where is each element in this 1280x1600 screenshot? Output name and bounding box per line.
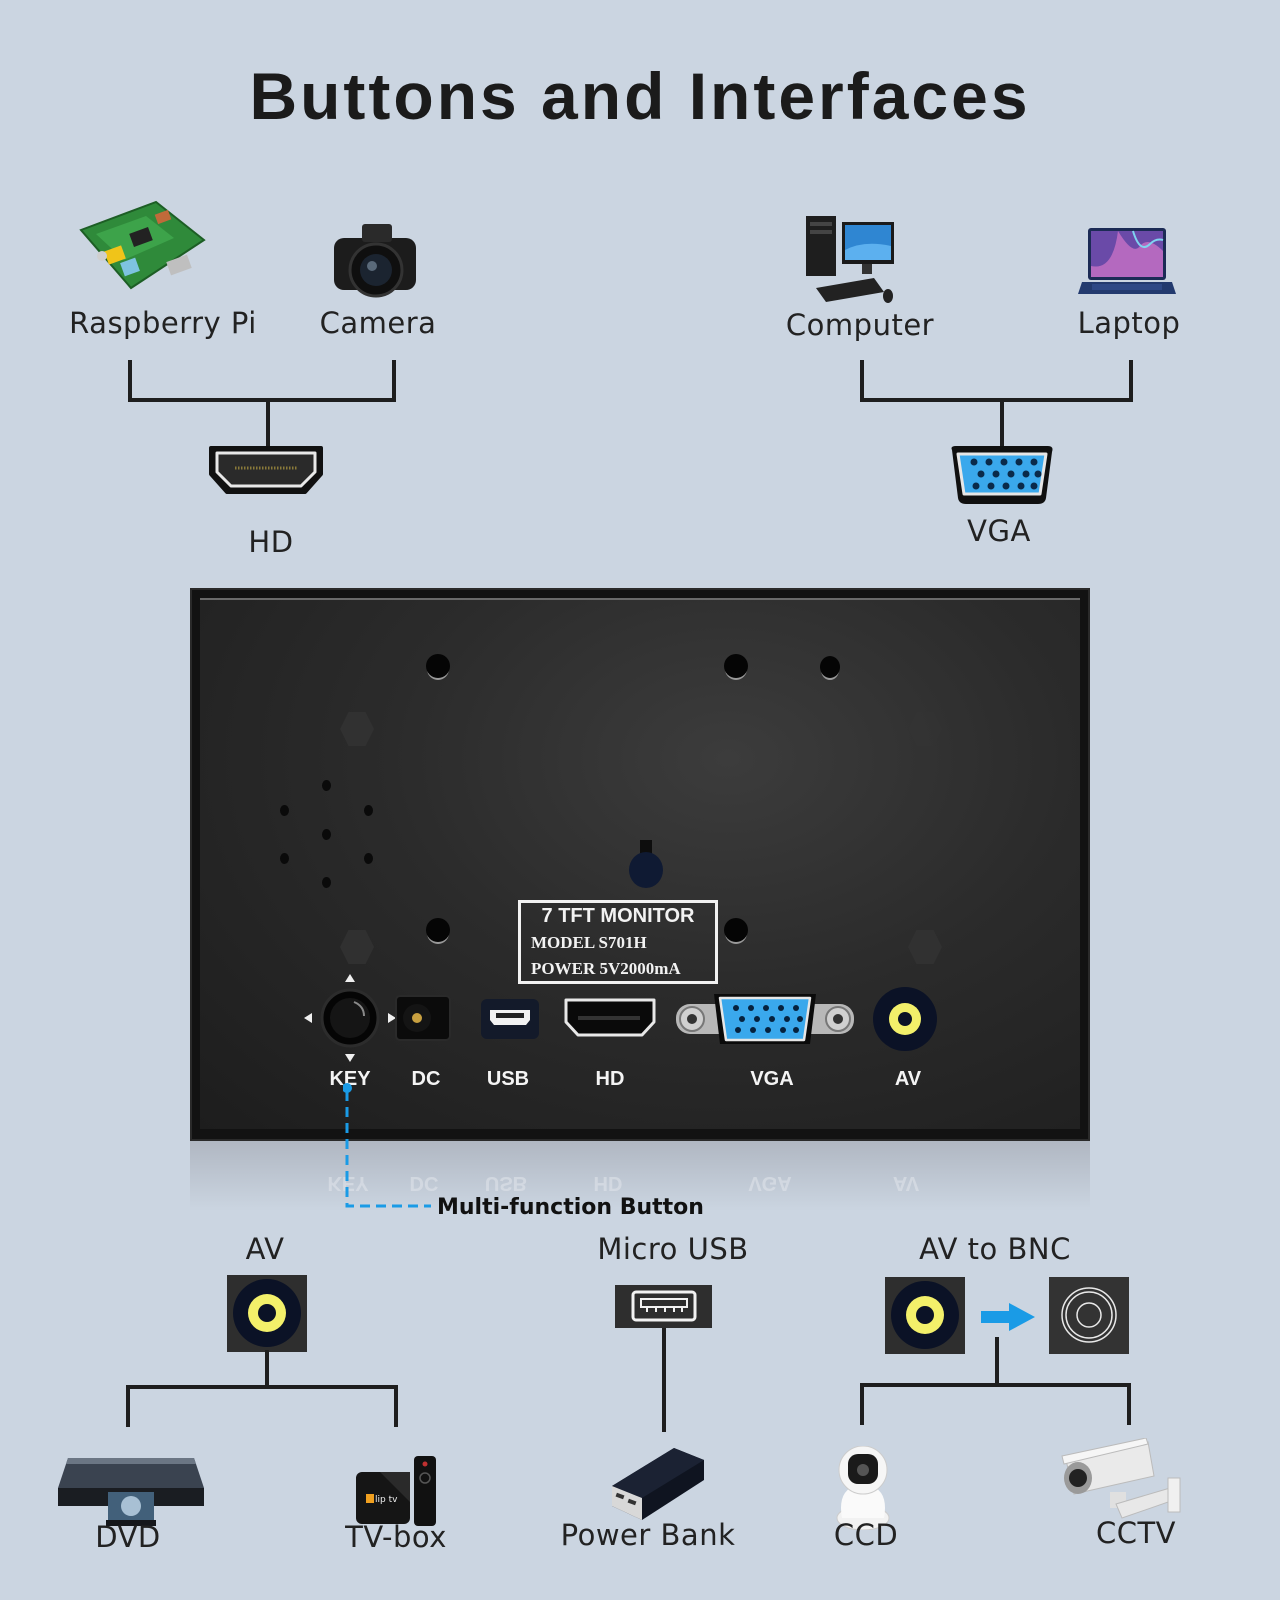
- device-label-power-bank: Power Bank: [560, 1518, 736, 1552]
- desktop-computer-icon: [804, 212, 896, 308]
- wall-mount-keyhole: [628, 840, 664, 888]
- connector-line: [860, 398, 1133, 402]
- hex-screw: [908, 712, 942, 746]
- mounting-hole: [724, 918, 748, 942]
- arrow-right-icon: [981, 1303, 1035, 1335]
- port-label-av: AV: [245, 1232, 285, 1266]
- port-label-hd: HD: [595, 1068, 625, 1090]
- connector-line: [392, 360, 396, 402]
- port-label-av: AV: [894, 1068, 922, 1090]
- model-label-plate: 7 TFT MONITOR MODEL S701H POWER 5V2000mA: [518, 900, 718, 984]
- connector-line: [995, 1337, 999, 1385]
- mounting-hole: [724, 654, 748, 678]
- micro-usb-port-icon[interactable]: [480, 998, 540, 1044]
- connector-line: [265, 1350, 269, 1388]
- monitor-back-panel: 7 TFT MONITOR MODEL S701H POWER 5V2000mA: [190, 588, 1090, 1141]
- hdmi-port-icon: [207, 444, 325, 500]
- hex-screw: [340, 930, 374, 964]
- connector-line: [662, 1328, 666, 1432]
- hex-screw: [340, 712, 374, 746]
- hdmi-port-icon[interactable]: [564, 998, 656, 1042]
- label-plate-model: MODEL S701H: [531, 933, 647, 952]
- tv-box-icon: lip tv: [354, 1454, 438, 1530]
- callout-leader-line: [342, 1083, 433, 1217]
- connector-line: [394, 1385, 398, 1427]
- laptop-icon: [1078, 226, 1176, 304]
- connector-line: [128, 360, 132, 402]
- monitor-rear-surface: 7 TFT MONITOR MODEL S701H POWER 5V2000mA: [200, 598, 1080, 1129]
- port-label-micro-usb: Micro USB: [597, 1232, 749, 1266]
- page-title: Buttons and Interfaces: [249, 59, 1031, 133]
- multi-function-button-callout: Multi-function Button: [437, 1195, 704, 1220]
- connector-line: [860, 1383, 1131, 1387]
- bnc-port-icon: [1049, 1277, 1129, 1354]
- reflection-label: HD: [593, 1172, 623, 1194]
- connector-line: [266, 400, 270, 448]
- device-label-ccd: CCD: [833, 1518, 899, 1552]
- vga-port-icon[interactable]: [672, 990, 858, 1052]
- dslr-camera-icon: [332, 220, 418, 304]
- reflection-label: AV: [892, 1172, 920, 1194]
- port-label-vga: VGA: [967, 514, 1031, 548]
- raspberry-pi-board-icon: [76, 200, 206, 294]
- mounting-hole: [820, 656, 840, 678]
- hex-screw: [908, 930, 942, 964]
- joystick-key-icon[interactable]: [302, 972, 398, 1068]
- port-label-vga: VGA: [750, 1068, 794, 1090]
- port-label-hd: HD: [248, 525, 294, 559]
- power-bank-icon: [608, 1446, 708, 1526]
- av-rca-port-icon[interactable]: [872, 986, 938, 1056]
- connector-line: [1127, 1383, 1131, 1425]
- device-label-raspberry-pi: Raspberry Pi: [69, 306, 257, 340]
- vga-port-icon: [946, 444, 1058, 512]
- connector-line: [128, 398, 396, 402]
- mounting-hole: [426, 918, 450, 942]
- connector-line: [126, 1385, 130, 1427]
- device-label-tv-box: TV-box: [345, 1520, 447, 1554]
- mounting-hole: [426, 654, 450, 678]
- connector-line: [860, 1383, 864, 1425]
- dc-jack-icon[interactable]: [395, 995, 451, 1045]
- reflection-label: USB: [484, 1172, 528, 1194]
- connector-line: [860, 360, 864, 402]
- av-rca-port-icon: [885, 1277, 965, 1354]
- connector-line: [1000, 400, 1004, 446]
- label-plate-power: POWER 5V2000mA: [531, 959, 681, 978]
- device-label-computer: Computer: [785, 308, 935, 342]
- connector-line: [126, 1385, 398, 1389]
- usb-port-icon: [615, 1285, 712, 1328]
- device-label-camera: Camera: [319, 306, 437, 340]
- device-label-cctv: CCTV: [1095, 1516, 1177, 1550]
- device-label-laptop: Laptop: [1077, 306, 1181, 340]
- av-rca-port-icon: [227, 1275, 307, 1352]
- connector-line: [1129, 360, 1133, 402]
- port-label-av-to-bnc: AV to BNC: [919, 1232, 1071, 1266]
- port-label-usb: USB: [486, 1068, 530, 1090]
- label-plate-title: 7 TFT MONITOR: [541, 905, 695, 927]
- svg-text:lip tv: lip tv: [375, 1495, 398, 1505]
- device-label-dvd: DVD: [95, 1520, 161, 1554]
- reflection-label: VGA: [748, 1172, 792, 1194]
